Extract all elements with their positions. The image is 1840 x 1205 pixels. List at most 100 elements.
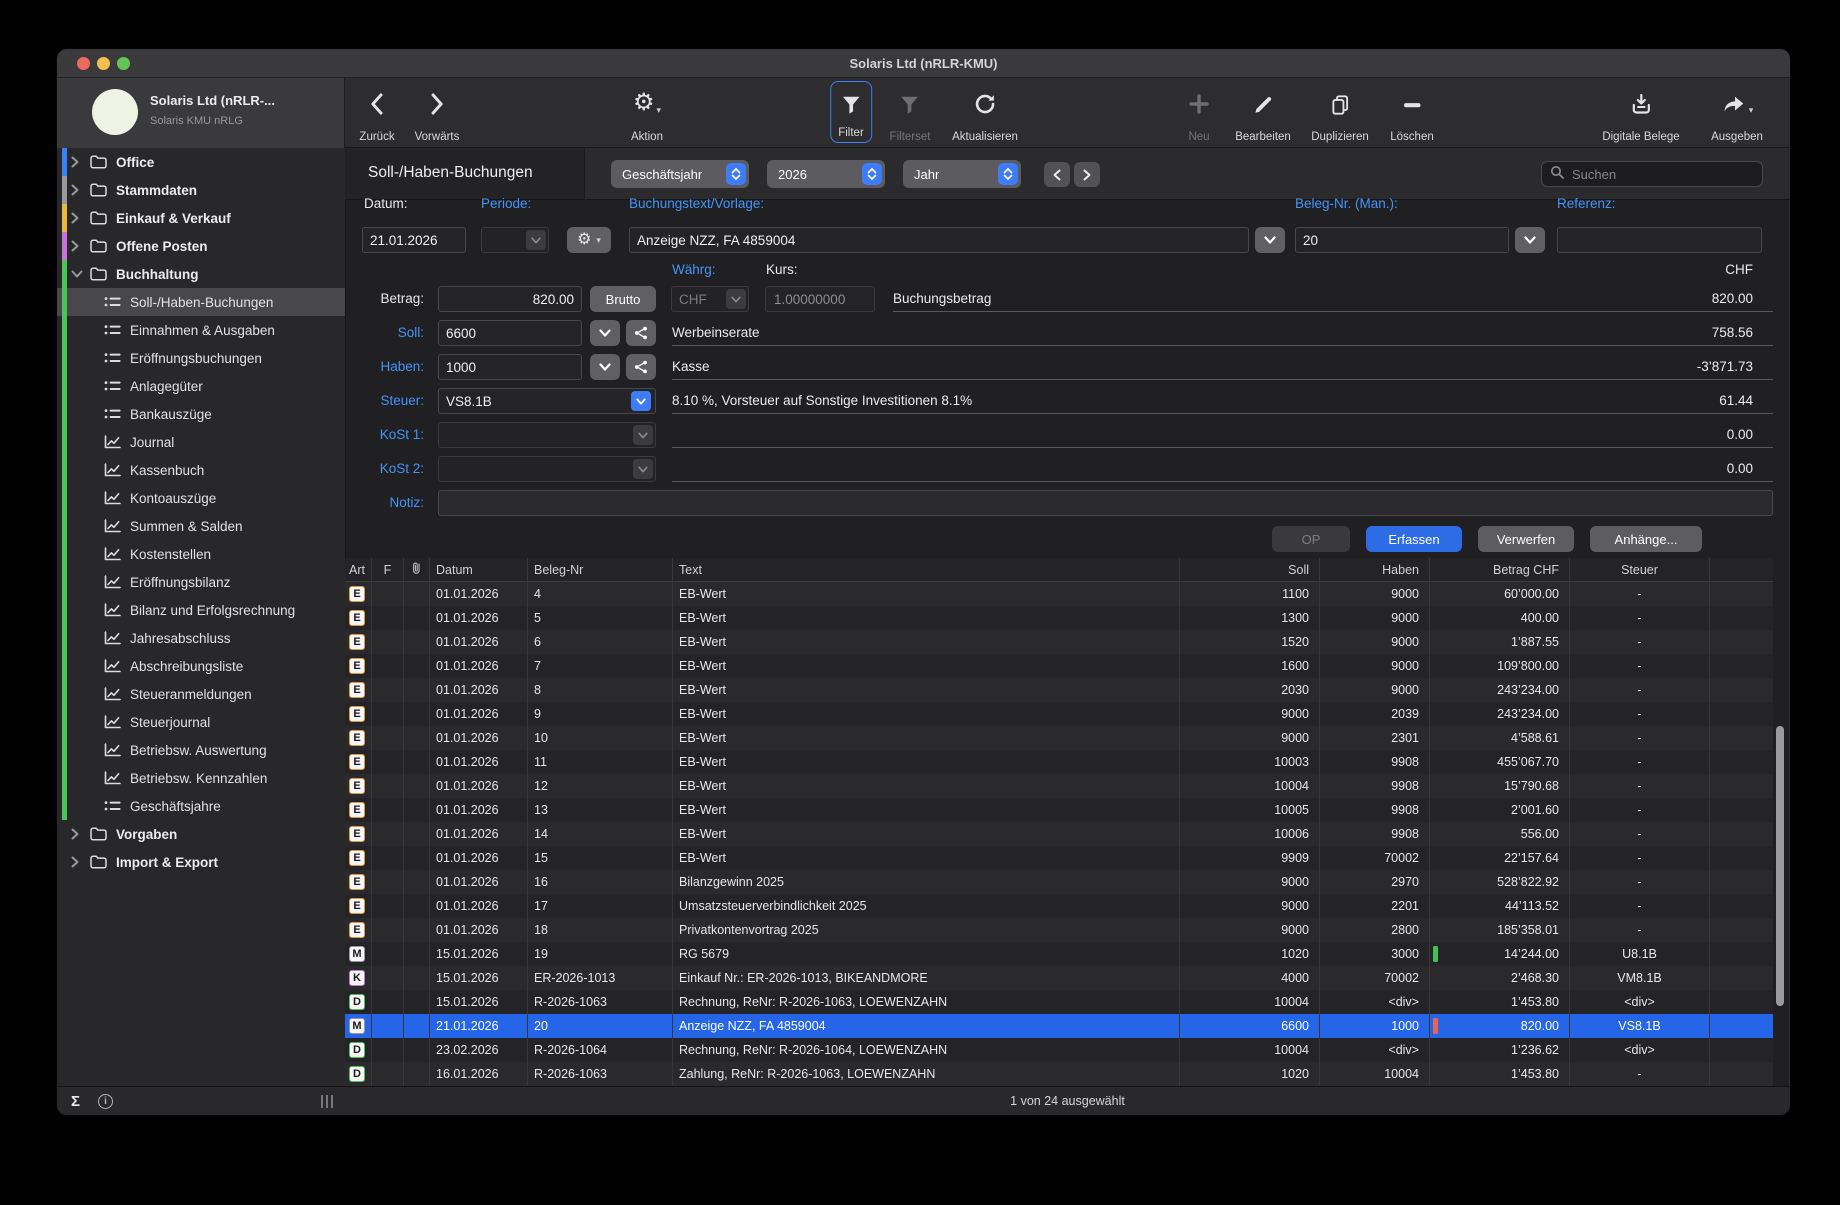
sidebar-item[interactable]: Steuerjournal	[57, 708, 345, 736]
erfassen-button[interactable]: Erfassen	[1366, 526, 1462, 552]
datum-input[interactable]	[362, 227, 466, 253]
column-header-soll[interactable]: Soll	[1180, 558, 1320, 581]
close-button[interactable]	[77, 57, 90, 70]
action-button[interactable]: ⚙▾ Aktion	[631, 83, 663, 143]
haben-dropdown-button[interactable]	[590, 354, 620, 380]
buchungstext-input[interactable]	[629, 227, 1249, 253]
chevron-right-icon[interactable]	[71, 828, 84, 840]
previous-period-button[interactable]	[1044, 162, 1070, 187]
template-gear-button[interactable]: ⚙▾	[567, 227, 611, 253]
table-row[interactable]: E 01.01.2026 14 EB-Wert 10006 9908 556.0…	[345, 822, 1773, 846]
sidebar-item[interactable]: Kassenbuch	[57, 456, 345, 484]
range-select[interactable]: Jahr	[903, 160, 1021, 188]
output-button[interactable]: ▾ Ausgeben	[1711, 83, 1763, 143]
sidebar-item[interactable]: Offene Posten	[57, 232, 345, 260]
anhaenge-button[interactable]: Anhänge...	[1590, 526, 1702, 552]
buchungstext-dropdown-button[interactable]	[1255, 227, 1285, 253]
new-button[interactable]: Neu	[1187, 83, 1211, 143]
table-row[interactable]: E 01.01.2026 18 Privatkontenvortrag 2025…	[345, 918, 1773, 942]
soll-dropdown-button[interactable]	[590, 320, 620, 346]
haben-input[interactable]	[438, 354, 582, 380]
column-header-f[interactable]: F	[372, 558, 404, 581]
year-select[interactable]: 2026	[767, 160, 885, 188]
refresh-button[interactable]: Aktualisieren	[952, 83, 1018, 143]
sidebar-item[interactable]: Summen & Salden	[57, 512, 345, 540]
table-row[interactable]: E 01.01.2026 6 EB-Wert 1520 9000 1’887.5…	[345, 630, 1773, 654]
edit-button[interactable]: Bearbeiten	[1235, 83, 1291, 143]
filterset-button[interactable]: Filterset	[890, 83, 931, 143]
sidebar-item[interactable]: Buchhaltung	[57, 260, 345, 288]
notiz-label[interactable]: Notiz:	[345, 495, 424, 510]
sum-button[interactable]: Σ	[71, 1093, 80, 1110]
next-period-button[interactable]	[1074, 162, 1100, 187]
table-row[interactable]: E 01.01.2026 13 EB-Wert 10005 9908 2’001…	[345, 798, 1773, 822]
sidebar-item[interactable]: Einkauf & Verkauf	[57, 204, 345, 232]
kost1-select[interactable]	[438, 422, 656, 448]
verwerfen-button[interactable]: Verwerfen	[1478, 526, 1574, 552]
notiz-input[interactable]	[438, 490, 1773, 516]
op-button[interactable]: OP	[1272, 526, 1350, 552]
chevron-down-icon[interactable]	[631, 391, 651, 411]
chevron-right-icon[interactable]	[71, 212, 84, 224]
column-header-beleg[interactable]: Beleg-Nr	[528, 558, 673, 581]
sidebar-item[interactable]: Vorgaben	[57, 820, 345, 848]
referenz-input[interactable]	[1557, 227, 1762, 253]
table-row[interactable]: E 01.01.2026 11 EB-Wert 10003 9908 455’0…	[345, 750, 1773, 774]
column-header-attachment[interactable]	[404, 558, 430, 581]
column-header-betrag[interactable]: Betrag CHF	[1430, 558, 1570, 581]
chevron-down-icon[interactable]	[71, 270, 84, 278]
table-row[interactable]: D 16.01.2026 R-2026-1063 Zahlung, ReNr: …	[345, 1062, 1773, 1086]
table-row[interactable]: E 01.01.2026 15 EB-Wert 9909 70002 22’15…	[345, 846, 1773, 870]
betrag-input[interactable]	[438, 286, 582, 312]
beleg-nr-input[interactable]	[1295, 227, 1509, 253]
sidebar-item[interactable]: Abschreibungsliste	[57, 652, 345, 680]
haben-share-button[interactable]	[626, 354, 656, 380]
periode-label[interactable]: Periode:	[481, 196, 531, 211]
sidebar-item[interactable]: Office	[57, 148, 345, 176]
chevron-right-icon[interactable]	[71, 184, 84, 196]
sidebar-item[interactable]: Bankauszüge	[57, 400, 345, 428]
sidebar-item[interactable]: Steueranmeldungen	[57, 680, 345, 708]
steuer-select[interactable]	[438, 388, 656, 414]
column-header-haben[interactable]: Haben	[1320, 558, 1430, 581]
table-row[interactable]: D 23.02.2026 R-2026-1064 Rechnung, ReNr:…	[345, 1038, 1773, 1062]
table-row[interactable]: E 01.01.2026 7 EB-Wert 1600 9000 109’800…	[345, 654, 1773, 678]
soll-input[interactable]	[438, 320, 582, 346]
fiscal-year-select[interactable]: Geschäftsjahr	[611, 160, 749, 188]
table-row[interactable]: E 01.01.2026 17 Umsatzsteuerverbindlichk…	[345, 894, 1773, 918]
minimize-button[interactable]	[97, 57, 110, 70]
sidebar-item[interactable]: Stammdaten	[57, 176, 345, 204]
vertical-scrollbar[interactable]	[1776, 726, 1784, 1006]
digital-receipts-button[interactable]: Digitale Belege	[1602, 83, 1679, 143]
forward-button[interactable]: Vorwärts	[415, 83, 460, 143]
sidebar-item[interactable]: Einnahmen & Ausgaben	[57, 316, 345, 344]
kost2-label[interactable]: KoSt 2:	[345, 461, 424, 476]
steuer-input[interactable]	[438, 388, 656, 414]
table-row[interactable]: E 01.01.2026 8 EB-Wert 2030 9000 243’234…	[345, 678, 1773, 702]
sidebar-item[interactable]: Jahresabschluss	[57, 624, 345, 652]
table-row[interactable]: E 01.01.2026 4 EB-Wert 1100 9000 60’000.…	[345, 582, 1773, 606]
periode-select[interactable]	[481, 227, 549, 253]
waehrung-select[interactable]: CHF	[671, 286, 749, 312]
chevron-right-icon[interactable]	[71, 240, 84, 252]
zoom-button[interactable]	[117, 57, 130, 70]
column-header-text[interactable]: Text	[673, 558, 1180, 581]
duplicate-button[interactable]: Duplizieren	[1311, 83, 1369, 143]
sidebar-item[interactable]: Eröffnungsbuchungen	[57, 344, 345, 372]
waehrung-label[interactable]: Währg:	[672, 262, 716, 277]
brutto-button[interactable]: Brutto	[590, 286, 656, 312]
kost1-label[interactable]: KoSt 1:	[345, 427, 424, 442]
sidebar-item[interactable]: Kostenstellen	[57, 540, 345, 568]
search-input[interactable]	[1570, 166, 1754, 183]
sidebar-item[interactable]: Betriebsw. Auswertung	[57, 736, 345, 764]
sidebar-item[interactable]: Journal	[57, 428, 345, 456]
column-header-datum[interactable]: Datum	[430, 558, 528, 581]
info-icon[interactable]: i	[98, 1094, 113, 1109]
filter-button[interactable]: Filter	[830, 81, 872, 143]
search-field[interactable]	[1541, 161, 1763, 187]
sidebar-item[interactable]: Soll-/Haben-Buchungen	[57, 288, 345, 316]
sidebar-item[interactable]: Betriebsw. Kennzahlen	[57, 764, 345, 792]
table-row[interactable]: D 15.01.2026 R-2026-1063 Rechnung, ReNr:…	[345, 990, 1773, 1014]
beleg-nr-dropdown-button[interactable]	[1515, 227, 1545, 253]
soll-share-button[interactable]	[626, 320, 656, 346]
